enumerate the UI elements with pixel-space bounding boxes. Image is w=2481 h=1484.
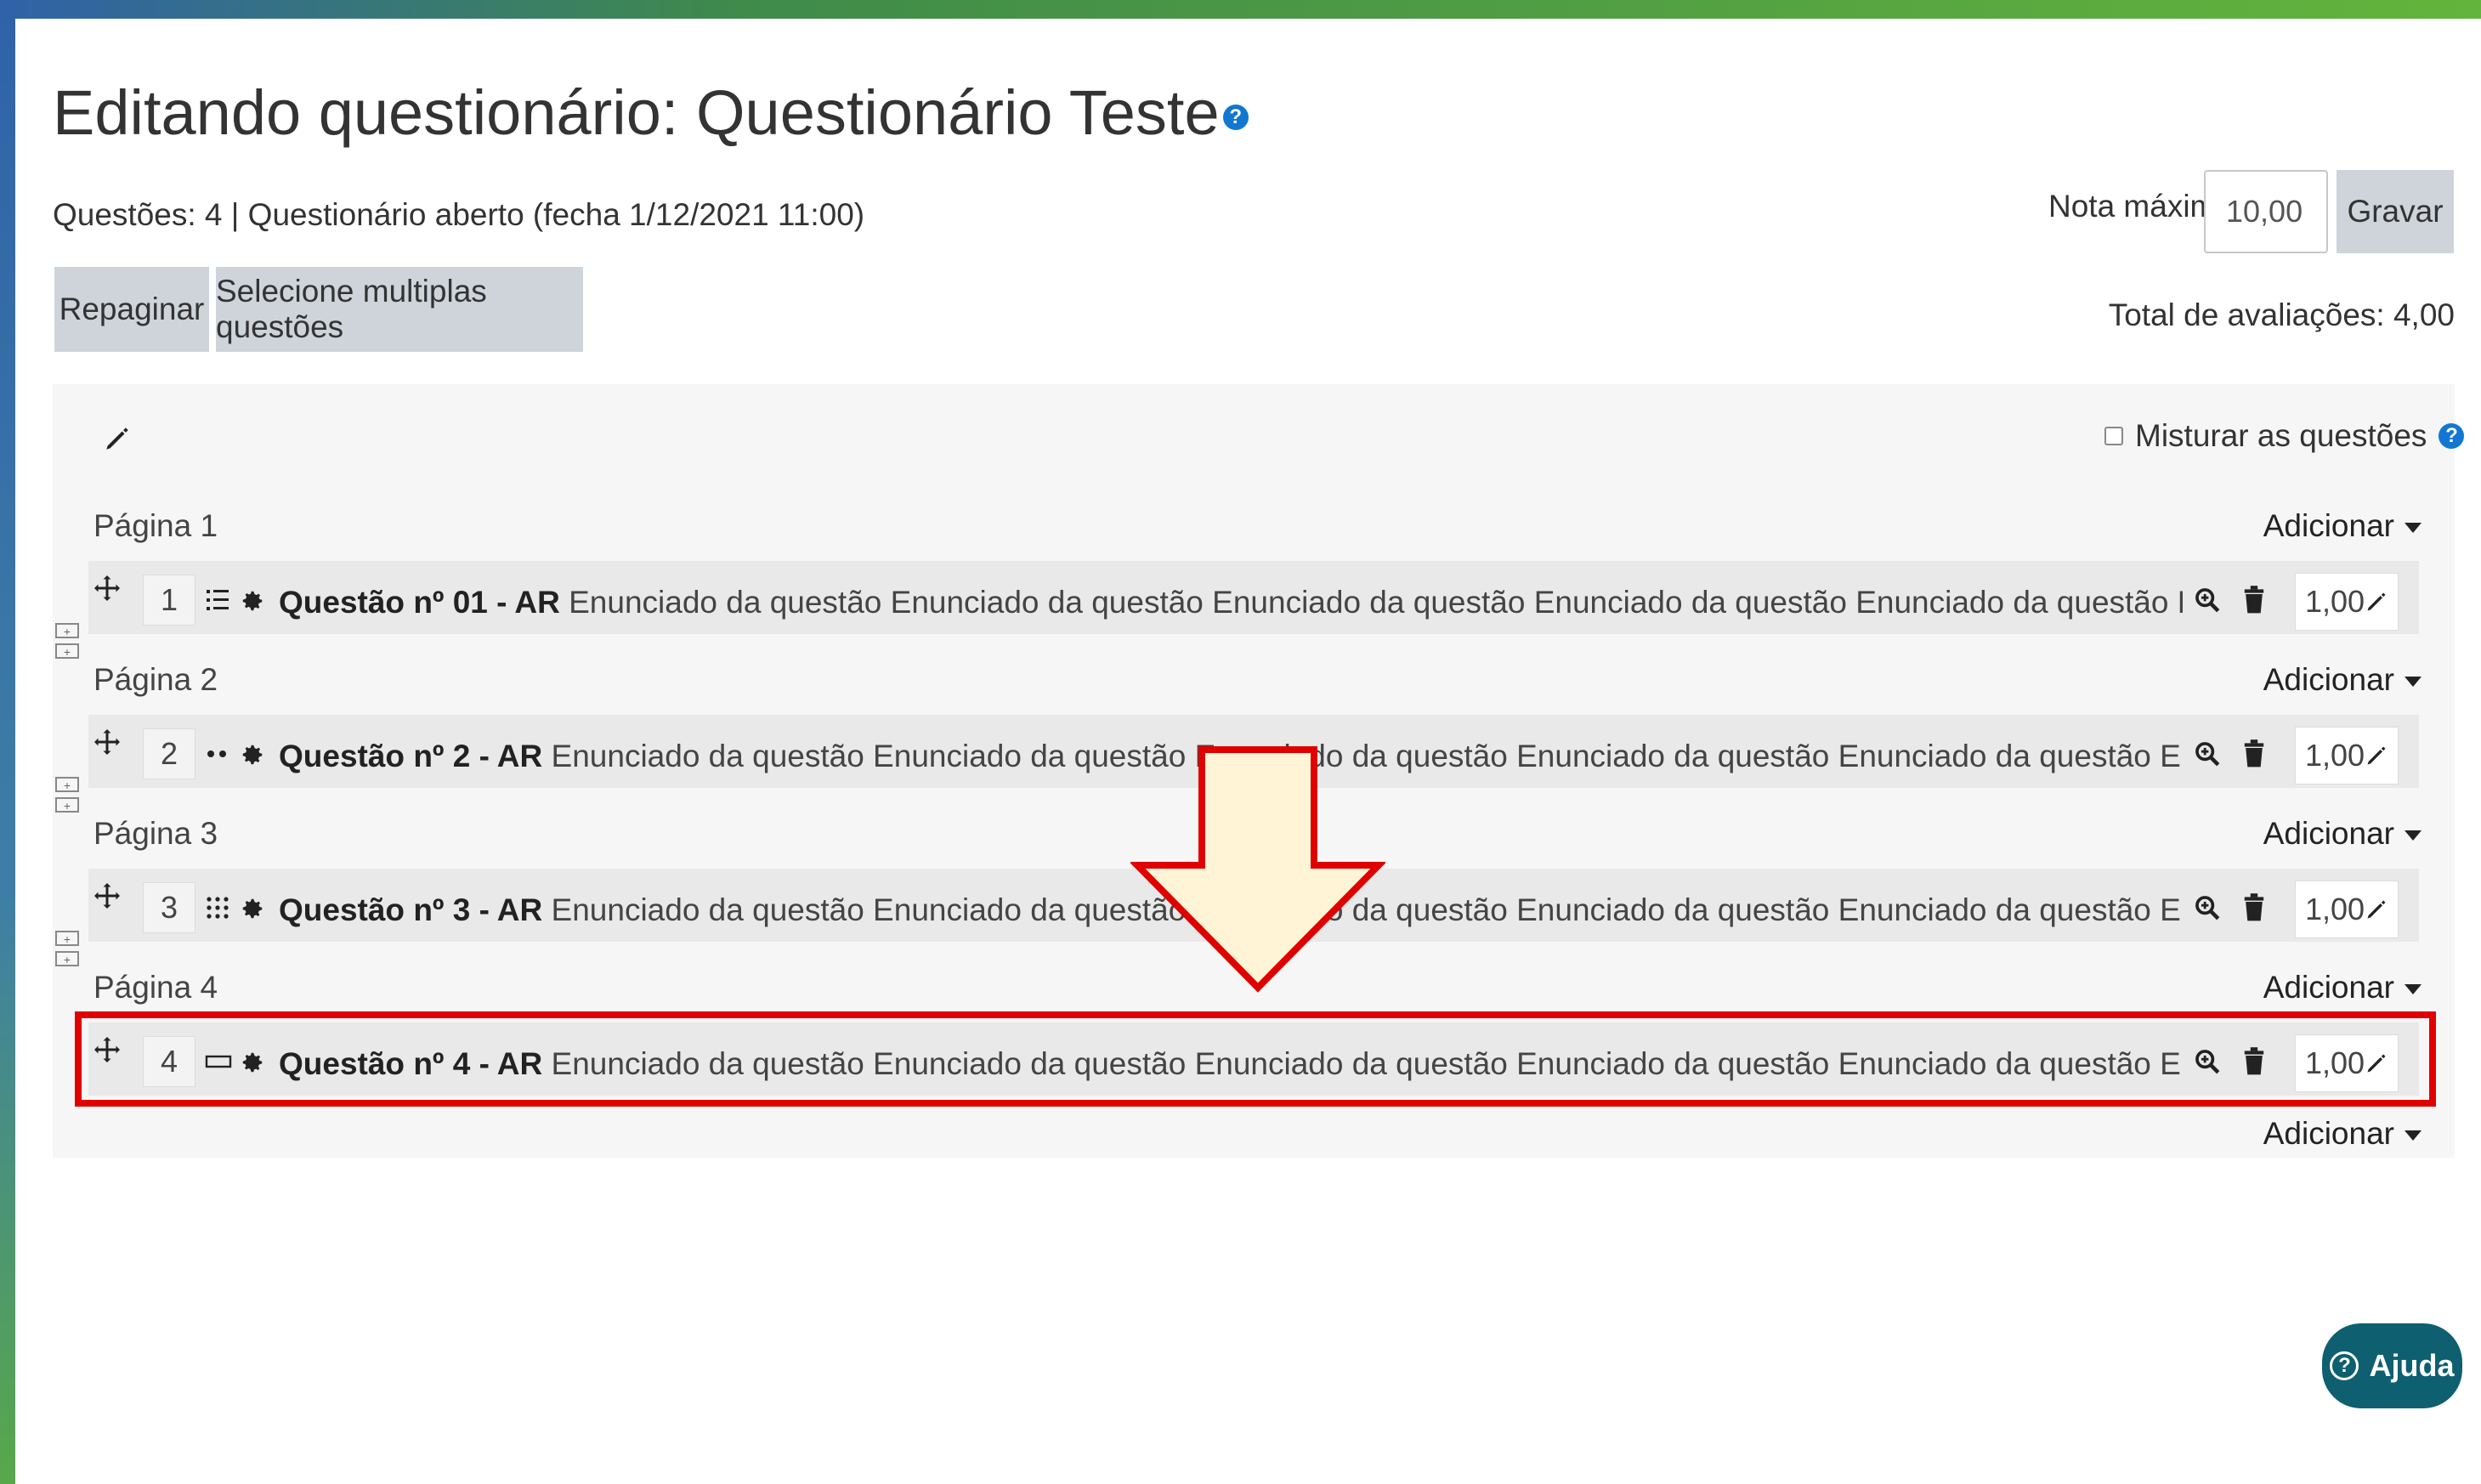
trash-icon[interactable] <box>2239 737 2269 771</box>
repaginate-button[interactable]: Repaginar <box>54 267 209 352</box>
question-name: Questão nº 2 - AR <box>279 739 543 773</box>
svg-text:+: + <box>64 645 71 659</box>
shuffle-control: Misturar as questões ? <box>2104 418 2465 454</box>
page-break-icon[interactable]: + + <box>54 930 80 973</box>
question-circle-icon: ? <box>2330 1351 2359 1380</box>
svg-text:+: + <box>64 779 71 792</box>
add-menu[interactable]: Adicionar <box>2263 970 2422 1005</box>
add-menu-label: Adicionar <box>2263 970 2394 1005</box>
max-mark-value: 1,00 <box>2304 892 2365 926</box>
page-label: Página 4 <box>93 970 218 1005</box>
page-title: Editando questionário: Questionário Test… <box>53 76 1249 149</box>
question-number: 3 <box>143 882 195 933</box>
question-number: 1 <box>143 575 195 626</box>
max-mark-field[interactable]: 1,00 <box>2295 573 2399 631</box>
list-icon <box>204 585 231 615</box>
question-number: 2 <box>143 728 195 779</box>
preview-zoom-icon[interactable] <box>2190 737 2224 771</box>
question-name: Questão nº 3 - AR <box>279 892 543 927</box>
frame-top-border <box>0 0 2481 19</box>
shuffle-label: Misturar as questões <box>2135 418 2427 453</box>
max-mark-field[interactable]: 1,00 <box>2295 727 2399 784</box>
add-menu[interactable]: Adicionar <box>2263 816 2422 852</box>
add-menu-label: Adicionar <box>2263 662 2394 697</box>
svg-text:+: + <box>64 625 71 638</box>
max-grade-input[interactable] <box>2204 170 2328 253</box>
quiz-info: Questões: 4 | Questionário aberto (fecha… <box>53 197 865 232</box>
caret-down-icon <box>2405 523 2422 534</box>
select-multiple-button[interactable]: Selecione multiplas questões <box>216 267 583 352</box>
edit-mark-pencil-icon[interactable] <box>2365 898 2388 921</box>
caret-down-icon <box>2405 677 2422 688</box>
frame-left-border <box>0 0 15 1484</box>
help-float-button[interactable]: ? Ajuda <box>2322 1323 2462 1408</box>
trash-icon[interactable] <box>2239 583 2269 617</box>
question-statement: Enunciado da questão Enunciado da questã… <box>569 585 2183 620</box>
annotation-arrow-down <box>1130 746 1385 993</box>
svg-text:+: + <box>64 953 71 966</box>
gear-icon[interactable] <box>238 740 267 769</box>
help-icon[interactable]: ? <box>2439 423 2465 449</box>
page-label: Página 3 <box>93 816 218 851</box>
save-grade-button[interactable]: Gravar <box>2337 170 2454 253</box>
preview-zoom-icon[interactable] <box>2190 891 2224 925</box>
max-mark-field[interactable]: 1,00 <box>2295 881 2399 938</box>
page-break-icon[interactable]: + + <box>54 776 80 819</box>
svg-text:+: + <box>64 932 71 946</box>
svg-text:+: + <box>64 799 71 813</box>
dots-icon <box>204 739 231 769</box>
caret-down-icon <box>2405 984 2422 995</box>
move-icon[interactable] <box>90 725 124 759</box>
add-menu[interactable]: Adicionar <box>2263 662 2422 698</box>
caret-down-icon <box>2405 830 2422 841</box>
add-menu-label: Adicionar <box>2263 1116 2394 1151</box>
edit-heading-pencil-icon[interactable] <box>100 422 134 456</box>
question-text[interactable]: Questão nº 01 - AR Enunciado da questão … <box>279 585 2183 620</box>
gear-icon[interactable] <box>238 894 267 923</box>
help-icon[interactable]: ? <box>1222 105 1249 131</box>
add-menu-label: Adicionar <box>2263 508 2394 543</box>
shuffle-checkbox[interactable] <box>2104 427 2123 445</box>
move-icon[interactable] <box>90 879 124 913</box>
max-mark-value: 1,00 <box>2304 738 2365 773</box>
caret-down-icon <box>2405 1130 2422 1141</box>
trash-icon[interactable] <box>2239 891 2269 925</box>
page-title-text: Editando questionário: Questionário Test… <box>53 77 1220 148</box>
move-icon[interactable] <box>90 571 124 605</box>
highlight-box <box>75 1011 2436 1107</box>
total-marks: Total de avaliações: 4,00 <box>2108 297 2455 332</box>
grid-dots-icon <box>204 892 231 923</box>
page-label: Página 1 <box>93 508 218 543</box>
edit-mark-pencil-icon[interactable] <box>2365 590 2388 614</box>
add-menu-label: Adicionar <box>2263 816 2394 851</box>
question-name: Questão nº 01 - AR <box>279 585 560 620</box>
add-menu[interactable]: Adicionar <box>2263 508 2422 544</box>
max-mark-value: 1,00 <box>2304 584 2365 619</box>
add-menu[interactable]: Adicionar <box>2263 1116 2422 1152</box>
page-break-icon[interactable]: + + <box>54 622 80 666</box>
gear-icon[interactable] <box>238 586 267 615</box>
edit-mark-pencil-icon[interactable] <box>2365 744 2388 767</box>
help-float-label: Ajuda <box>2369 1348 2455 1383</box>
preview-zoom-icon[interactable] <box>2190 583 2224 617</box>
page-label: Página 2 <box>93 662 218 697</box>
